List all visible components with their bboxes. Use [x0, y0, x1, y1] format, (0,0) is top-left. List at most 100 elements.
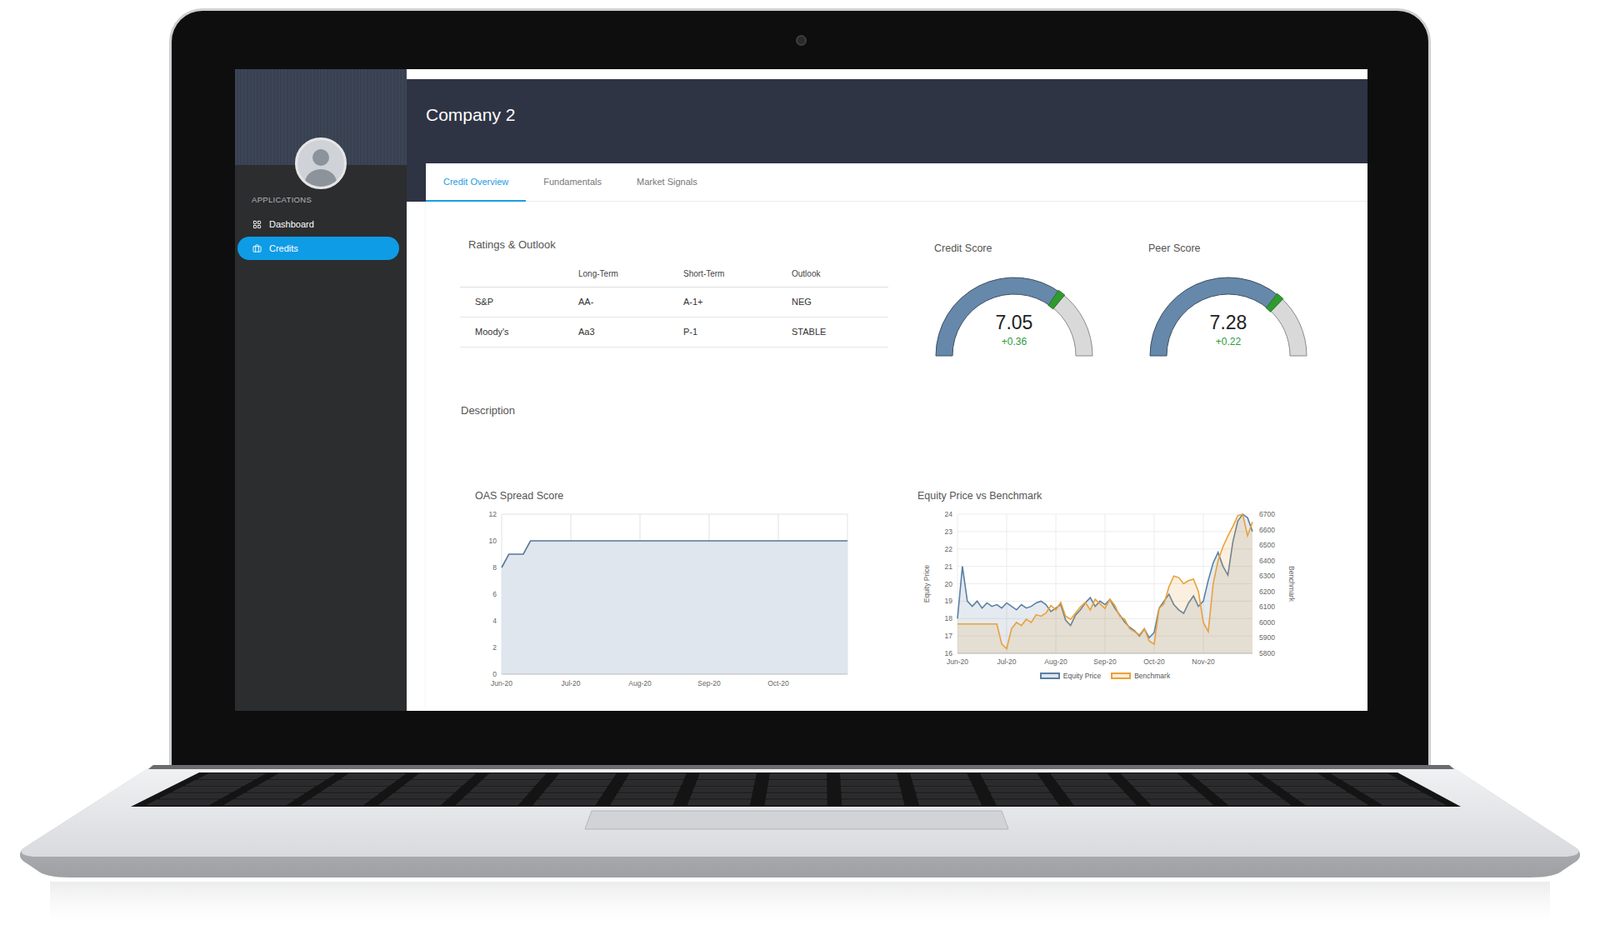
legend-swatch	[1110, 672, 1131, 680]
key-cap	[1140, 793, 1206, 799]
key-cap	[470, 786, 535, 792]
tab[interactable]: Credit Overview	[425, 163, 526, 202]
right-tick: 5800	[1259, 649, 1275, 658]
gauge-change: +0.36	[1001, 335, 1028, 348]
table-cell: P-1	[683, 316, 792, 347]
key-cap	[172, 786, 241, 792]
grid-line	[957, 653, 1253, 655]
chart-title: OAS Spread Score	[475, 489, 859, 503]
tab-content: Ratings & OutlookLong-TermShort-TermOutl…	[425, 201, 1368, 695]
right-axis-label: Benchmark	[1287, 565, 1296, 603]
main: Company 2Credit OverviewFundamentalsMark…	[406, 69, 1368, 711]
trackpad[interactable]	[585, 810, 1009, 830]
grid-line	[501, 514, 848, 515]
x-tick: Jun-20	[490, 679, 513, 688]
x-tick: Jun-20	[946, 657, 969, 666]
key-cap	[185, 780, 254, 785]
key-cap	[484, 774, 546, 780]
key-cap	[1342, 780, 1410, 785]
key-cap	[695, 780, 755, 785]
table-cell: S&P	[460, 286, 579, 317]
tab-bar: Credit OverviewFundamentalsMarket Signal…	[425, 163, 1368, 202]
key-cap	[610, 800, 675, 805]
sidebar: APPLICATIONS DashboardCredits	[235, 69, 407, 711]
key-cap	[1070, 800, 1136, 805]
key-cap	[1270, 780, 1337, 785]
gauge-value: 7.05	[995, 311, 1034, 334]
equity-plot: 1617181920212223245800590060006100620063…	[917, 509, 1301, 670]
key-cap	[1280, 786, 1347, 792]
gauges: Credit Score7.05+0.36Peer Score7.28+0.22	[934, 241, 1309, 359]
key-cap	[235, 793, 305, 799]
y-tick: 10	[489, 536, 498, 545]
gauge-marker	[1265, 293, 1284, 312]
tab[interactable]: Market Signals	[619, 163, 715, 202]
sidebar-section: APPLICATIONS	[235, 189, 407, 205]
chart-title: Equity Price vs Benchmark	[917, 489, 1301, 503]
key-cap	[1199, 780, 1264, 785]
series-line	[957, 514, 1253, 649]
page: APPLICATIONS DashboardCreditsCompany 2Cre…	[0, 0, 1600, 935]
x-tick: Sep-20	[1093, 657, 1117, 666]
laptop-base	[0, 765, 1600, 935]
key-cap	[387, 793, 455, 799]
tab[interactable]: Fundamentals	[525, 163, 620, 202]
y-tick: 6	[492, 590, 497, 599]
right-tick: 5900	[1259, 633, 1275, 642]
key-cap	[301, 800, 370, 805]
x-tick: Oct-20	[1143, 657, 1165, 666]
gauge-title: Peer Score	[1148, 241, 1309, 255]
gauge-fill	[1150, 277, 1280, 356]
sidebar-item[interactable]: Dashboard	[237, 212, 400, 236]
left-tick: 18	[945, 614, 954, 623]
right-tick: 6600	[1259, 525, 1275, 535]
key-cap	[331, 780, 397, 785]
left-tick: 23	[945, 527, 954, 536]
x-tick: Nov-20	[1191, 657, 1215, 666]
left-axis-label: Equity Price	[922, 565, 931, 604]
charts-row: OAS Spread ScoreJun-20Jul-20Aug-20Sep-20…	[460, 489, 1368, 695]
x-tick: Sep-20	[697, 679, 721, 688]
camera-icon	[795, 35, 807, 46]
left-tick: 24	[945, 510, 954, 519]
key-cap	[841, 800, 905, 805]
left-tick: 20	[945, 580, 954, 589]
key-cap	[311, 793, 380, 799]
key-cap	[690, 793, 752, 799]
key-cap	[224, 800, 295, 805]
legend-item[interactable]: Benchmark	[1110, 671, 1170, 680]
key-cap	[1065, 793, 1130, 799]
gauge-dial: 7.28+0.22	[1148, 275, 1309, 359]
key-cap	[614, 793, 677, 799]
key-cap	[1191, 774, 1255, 780]
key-cap	[618, 786, 680, 792]
left-tick: 21	[945, 562, 954, 571]
left-tick: 16	[945, 649, 954, 658]
gauge-marker	[1048, 290, 1065, 310]
key-cap	[765, 793, 827, 799]
x-tick: Jul-20	[996, 657, 1016, 666]
left-tick: 17	[945, 631, 954, 640]
key-cap	[404, 780, 469, 785]
table-cell: NEG	[791, 286, 889, 317]
top-bar	[406, 69, 1368, 80]
key-cap	[626, 774, 686, 780]
key-cap	[146, 800, 218, 805]
key-cap	[1261, 774, 1326, 780]
credit-card: Credit OverviewFundamentalsMarket Signal…	[425, 163, 1368, 711]
table-cell: AA-	[578, 286, 684, 317]
sidebar-item[interactable]: Credits	[237, 236, 400, 260]
keyboard-well	[130, 772, 1461, 807]
key-cap	[160, 793, 230, 799]
key-cap	[1127, 780, 1191, 785]
gauge-change: +0.22	[1215, 335, 1242, 348]
key-cap	[622, 780, 684, 785]
key-cap	[994, 800, 1059, 805]
key-cap	[980, 774, 1041, 780]
table-cell: A-1+	[683, 286, 792, 317]
key-cap	[539, 793, 604, 799]
key-cap	[1222, 800, 1291, 805]
legend-item[interactable]: Equity Price	[1040, 671, 1101, 680]
x-tick: Jul-20	[560, 679, 580, 688]
avatar[interactable]	[295, 137, 347, 190]
